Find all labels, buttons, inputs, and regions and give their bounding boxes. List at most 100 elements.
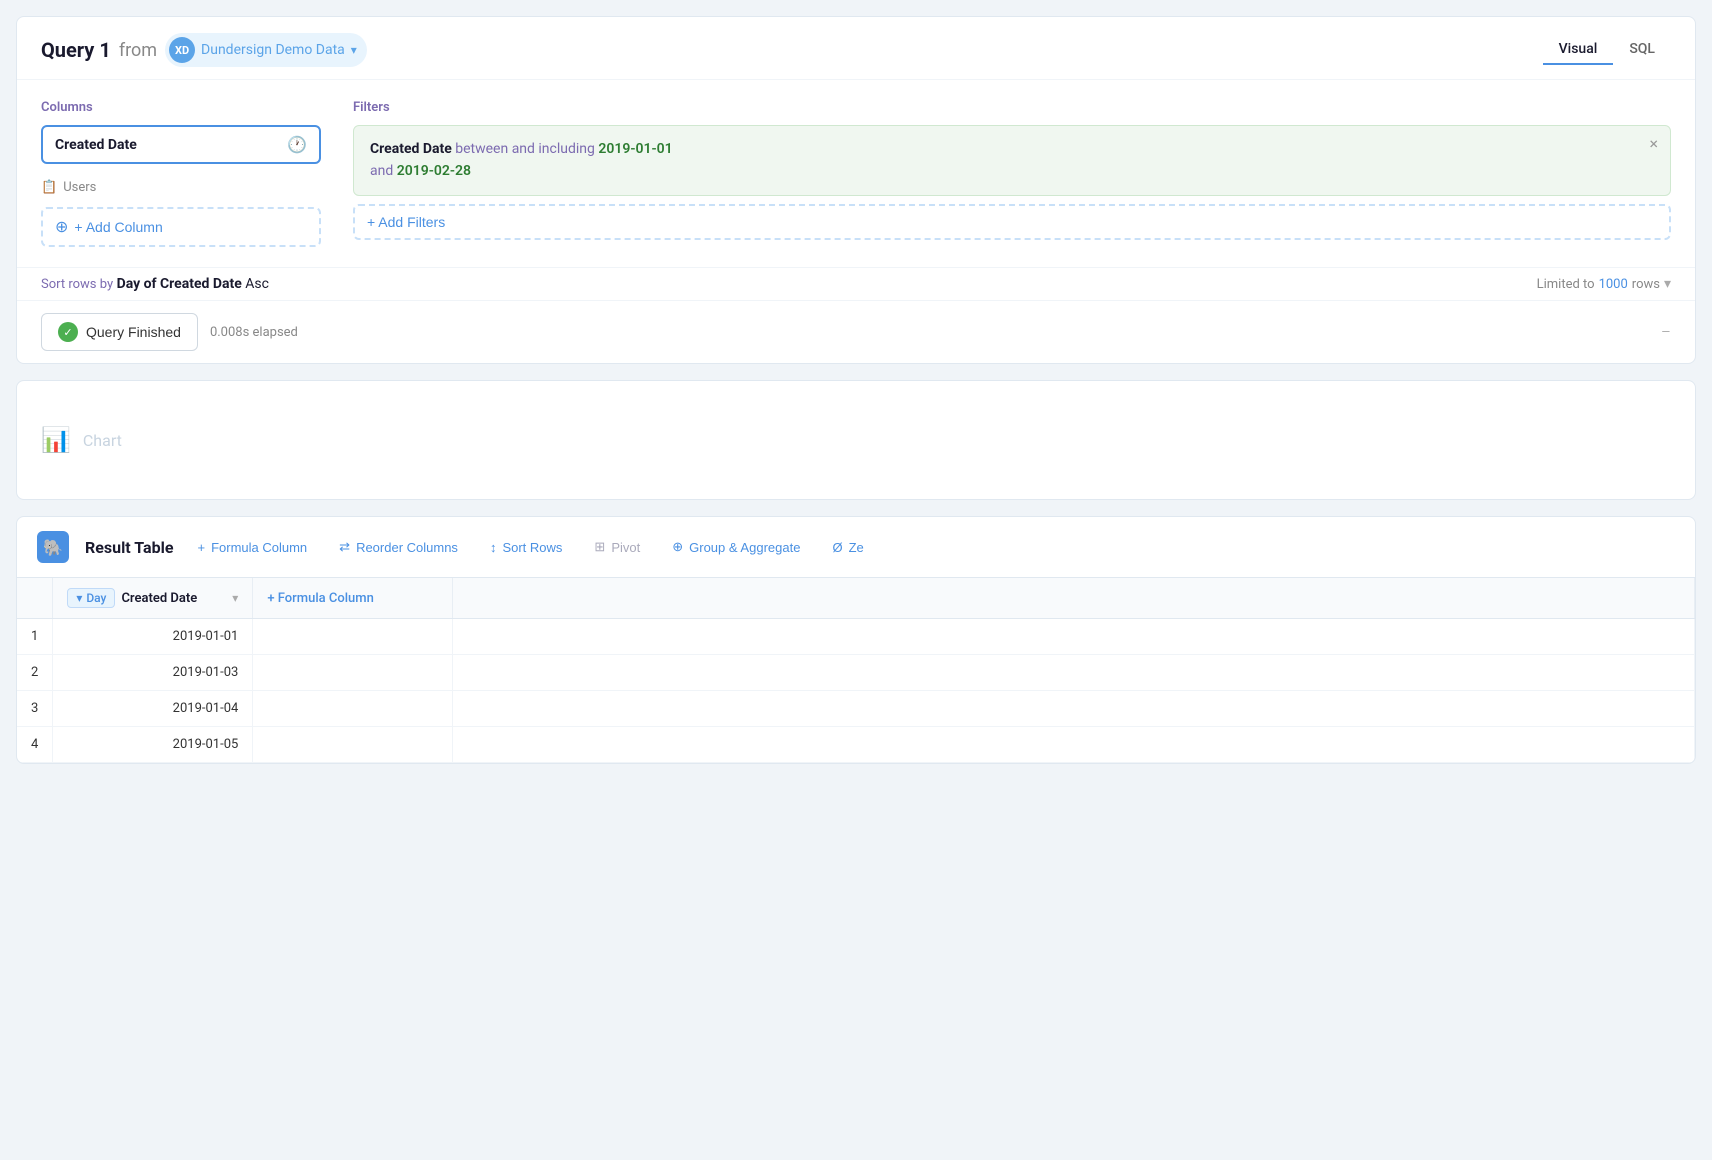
limit-count: 1000 (1599, 277, 1628, 292)
pivot-button[interactable]: ⊞ Pivot (586, 535, 648, 559)
th-chevron-icon[interactable]: ▾ (232, 591, 238, 605)
day-tag[interactable]: ▾ Day (67, 588, 115, 608)
column-tag[interactable]: Created Date 🕐 (41, 125, 321, 164)
query-body: Columns Created Date 🕐 📋 Users ⊕ + Add C… (17, 80, 1695, 267)
add-filter-button[interactable]: + Add Filters (353, 204, 1671, 240)
add-filter-label: + Add Filters (367, 214, 445, 230)
filter-close-icon[interactable]: × (1649, 134, 1658, 153)
date-cell: 2019-01-03 (53, 655, 253, 691)
from-label: from (119, 40, 157, 61)
reorder-columns-icon: ⇄ (339, 539, 350, 555)
sort-row: Sort rows by Day of Created Date Asc Lim… (17, 267, 1695, 300)
columns-label: Columns (41, 100, 321, 115)
query-card: Query 1 from XD Dundersign Demo Data ▾ V… (16, 16, 1696, 364)
formula-column-label: Formula Column (211, 540, 307, 555)
add-column-plus-icon: ⊕ (55, 217, 68, 237)
table-row: 3 2019-01-04 (17, 691, 1695, 727)
add-column-label: + Add Column (74, 219, 162, 235)
day-tag-label: Day (86, 591, 106, 605)
datasource-badge[interactable]: XD Dundersign Demo Data ▾ (165, 33, 367, 67)
date-cell: 2019-01-05 (53, 727, 253, 763)
datasource-icon: XD (169, 37, 195, 63)
row-number: 1 (17, 619, 53, 655)
formula-column-icon: + (197, 540, 205, 555)
formula-cell (253, 619, 453, 655)
filter-operator: between and including (455, 141, 598, 157)
ze-label: Ze (849, 540, 864, 555)
limit-suffix: rows (1632, 277, 1660, 292)
filters-section: Filters Created Date between and includi… (353, 100, 1671, 247)
day-chevron-icon: ▾ (76, 591, 82, 605)
table-icon: 📋 (41, 180, 57, 195)
pivot-label: Pivot (611, 540, 640, 555)
status-label: Query Finished (86, 324, 181, 340)
ze-button[interactable]: Ø Ze (824, 536, 871, 559)
formula-cell (253, 727, 453, 763)
limit-prefix: Limited to (1537, 277, 1595, 292)
chart-area: 📊 Chart (16, 380, 1696, 500)
tab-sql[interactable]: SQL (1613, 35, 1671, 65)
columns-section: Columns Created Date 🕐 📋 Users ⊕ + Add C… (41, 100, 321, 247)
filter-tag: Created Date between and including 2019-… (353, 125, 1671, 196)
chart-icon: 📊 (41, 426, 71, 454)
formula-cell (253, 655, 453, 691)
sort-rows-icon: ↕ (490, 540, 497, 555)
sort-rows-button[interactable]: ↕ Sort Rows (482, 536, 570, 559)
elapsed-time: 0.008s elapsed (210, 325, 298, 340)
add-formula-column-header[interactable]: + Formula Column (253, 581, 452, 616)
th-row-num (17, 578, 53, 619)
sort-info: Sort rows by Day of Created Date Asc (41, 276, 269, 292)
column-name: Created Date (55, 137, 137, 153)
formula-column-button[interactable]: + Formula Column (189, 536, 315, 559)
date-cell: 2019-01-01 (53, 619, 253, 655)
empty-cell (453, 727, 1695, 763)
empty-cell (453, 691, 1695, 727)
group-aggregate-button[interactable]: ⊕ Group & Aggregate (664, 535, 808, 559)
datasource-chevron-icon: ▾ (351, 43, 357, 57)
table-row: 2 2019-01-03 (17, 655, 1695, 691)
query-finished-button[interactable]: ✓ Query Finished (41, 313, 198, 351)
row-number: 4 (17, 727, 53, 763)
table-row: 1 2019-01-01 (17, 619, 1695, 655)
query-status-left: ✓ Query Finished 0.008s elapsed (41, 313, 298, 351)
filters-label: Filters (353, 100, 1671, 115)
th-created-date: ▾ Day Created Date ▾ (53, 578, 253, 619)
filter-connector: and (370, 163, 393, 179)
group-aggregate-icon: ⊕ (672, 539, 683, 555)
pivot-icon: ⊞ (594, 539, 605, 555)
row-limit: Limited to 1000 rows ▾ (1537, 276, 1671, 292)
th-empty (453, 578, 1695, 619)
query-title-area: Query 1 from XD Dundersign Demo Data ▾ (41, 33, 367, 67)
main-container: Query 1 from XD Dundersign Demo Data ▾ V… (0, 0, 1712, 780)
datasource-name: Dundersign Demo Data (201, 42, 345, 58)
reorder-columns-label: Reorder Columns (356, 540, 458, 555)
filter-value2: 2019-02-28 (397, 163, 471, 179)
add-column-button[interactable]: ⊕ + Add Column (41, 207, 321, 247)
row-number: 3 (17, 691, 53, 727)
result-table-header: 🐘 Result Table + Formula Column ⇄ Reorde… (17, 517, 1695, 578)
data-table: ▾ Day Created Date ▾ + Formula Column (17, 578, 1695, 763)
status-icon: ✓ (58, 322, 78, 342)
empty-cell (453, 655, 1695, 691)
th-formula-column: + Formula Column (253, 578, 453, 619)
sort-prefix: Sort rows by (41, 277, 113, 292)
formula-cell (253, 691, 453, 727)
row-number: 2 (17, 655, 53, 691)
query-title: Query 1 (41, 38, 111, 62)
empty-cell (453, 619, 1695, 655)
limit-chevron-icon[interactable]: ▾ (1664, 276, 1671, 292)
ze-icon: Ø (832, 540, 842, 555)
sort-direction: Asc (245, 276, 269, 292)
th-column-name: Created Date (121, 591, 197, 606)
minimize-button[interactable]: − (1661, 322, 1671, 343)
filter-value1: 2019-01-01 (598, 141, 672, 157)
th-day-cell: ▾ Day Created Date (67, 588, 197, 608)
tab-visual[interactable]: Visual (1543, 35, 1614, 65)
sort-rows-label: Sort Rows (502, 540, 562, 555)
filter-field: Created Date (370, 141, 452, 157)
query-status-bar: ✓ Query Finished 0.008s elapsed − (17, 300, 1695, 363)
reorder-columns-button[interactable]: ⇄ Reorder Columns (331, 535, 466, 559)
table-name: Users (63, 180, 96, 195)
result-table-card: 🐘 Result Table + Formula Column ⇄ Reorde… (16, 516, 1696, 764)
table-tag[interactable]: 📋 Users (41, 172, 321, 203)
